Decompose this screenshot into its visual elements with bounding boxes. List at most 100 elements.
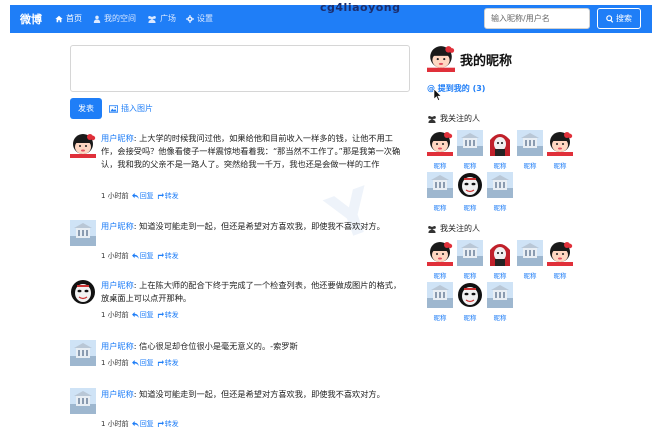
- avatar[interactable]: [457, 240, 483, 266]
- image-icon: [109, 104, 118, 113]
- following-user[interactable]: 昵称: [457, 240, 483, 280]
- reply-button[interactable]: 回复: [131, 251, 154, 261]
- reply-button[interactable]: 回复: [131, 358, 154, 368]
- following-user-label[interactable]: 昵称: [547, 160, 573, 170]
- following-title-label: 我关注的人: [440, 114, 480, 123]
- avatar[interactable]: [427, 240, 453, 266]
- avatar[interactable]: [547, 130, 573, 156]
- forward-button[interactable]: 转发: [157, 310, 179, 320]
- reply-label: 回复: [139, 311, 154, 319]
- avatar[interactable]: [487, 130, 513, 156]
- nav-item-home[interactable]: 首页: [55, 13, 82, 24]
- avatar[interactable]: [517, 130, 543, 156]
- forward-button[interactable]: 转发: [157, 358, 179, 368]
- reply-label: 回复: [139, 420, 154, 428]
- feed-username[interactable]: 用户昵称: [101, 389, 134, 399]
- forward-icon: [157, 253, 164, 259]
- following-user-label[interactable]: 昵称: [427, 270, 453, 280]
- forward-icon: [157, 193, 164, 199]
- nav-item-settings[interactable]: 设置: [186, 13, 213, 24]
- following-user-label[interactable]: 昵称: [487, 312, 513, 322]
- feed-text: 用户昵称: 上大学的时候我问过他，如果给他和目前收入一样多的钱，让他不用工作，会…: [101, 132, 409, 171]
- reply-icon: [131, 193, 139, 199]
- avatar[interactable]: [517, 240, 543, 266]
- feed-username[interactable]: 用户昵称: [101, 133, 134, 143]
- post-button[interactable]: 发表: [70, 98, 102, 119]
- following-user[interactable]: 昵称: [427, 282, 453, 322]
- nav-item-label: 广场: [160, 14, 176, 23]
- avatar[interactable]: [70, 279, 96, 305]
- avatar[interactable]: [547, 240, 573, 266]
- reply-button[interactable]: 回复: [131, 419, 154, 429]
- avatar[interactable]: [487, 282, 513, 308]
- following-user-label[interactable]: 昵称: [427, 312, 453, 322]
- following-user-label[interactable]: 昵称: [457, 312, 483, 322]
- following-user[interactable]: 昵称: [427, 130, 453, 170]
- avatar[interactable]: [487, 172, 513, 198]
- search-button[interactable]: 搜索: [597, 8, 641, 29]
- avatar[interactable]: [70, 388, 96, 414]
- following-user-label[interactable]: 昵称: [517, 270, 543, 280]
- following-user-label[interactable]: 昵称: [427, 202, 453, 212]
- forward-label: 转发: [164, 192, 179, 200]
- following-user[interactable]: 昵称: [547, 130, 573, 170]
- following-user[interactable]: 昵称: [427, 172, 453, 212]
- following-user[interactable]: 昵称: [457, 130, 483, 170]
- avatar[interactable]: [70, 220, 96, 246]
- insert-image-button[interactable]: 插入图片: [109, 103, 153, 114]
- avatar[interactable]: [457, 130, 483, 156]
- nav-item-my-space[interactable]: 我的空间: [93, 13, 136, 24]
- following-user-label[interactable]: 昵称: [457, 160, 483, 170]
- post-composer[interactable]: [70, 45, 410, 92]
- nav-item-square[interactable]: 广场: [147, 13, 176, 24]
- avatar[interactable]: [427, 130, 453, 156]
- following-user[interactable]: 昵称: [517, 130, 543, 170]
- following-user-label[interactable]: 昵称: [487, 160, 513, 170]
- following-user[interactable]: 昵称: [487, 282, 513, 322]
- following-user-label[interactable]: 昵称: [457, 270, 483, 280]
- following-user[interactable]: 昵称: [517, 240, 543, 280]
- feed-timestamp: 1 小时前: [101, 311, 129, 319]
- forward-label: 转发: [164, 311, 179, 319]
- search-input[interactable]: [484, 8, 590, 29]
- users-icon: [428, 115, 436, 123]
- following-user[interactable]: 昵称: [457, 172, 483, 212]
- nav-item-label: 我的空间: [104, 14, 136, 23]
- forward-button[interactable]: 转发: [157, 419, 179, 429]
- profile-name[interactable]: 我的昵称: [460, 50, 512, 69]
- search-button-label: 搜索: [616, 14, 632, 23]
- feed-content: : 知道没可能走到一起，但还是希望对方喜欢我，即使我不喜欢对方。: [133, 221, 385, 231]
- following-user-label[interactable]: 昵称: [517, 160, 543, 170]
- following-user[interactable]: 昵称: [547, 240, 573, 280]
- feed-username[interactable]: 用户昵称: [101, 280, 134, 290]
- avatar[interactable]: [70, 132, 96, 158]
- reply-button[interactable]: 回复: [131, 310, 154, 320]
- following-user[interactable]: 昵称: [487, 172, 513, 212]
- forward-icon: [157, 360, 164, 366]
- following-user-label[interactable]: 昵称: [487, 202, 513, 212]
- forward-button[interactable]: 转发: [157, 191, 179, 201]
- brand-logo[interactable]: 微博: [20, 11, 42, 27]
- following-user-label[interactable]: 昵称: [547, 270, 573, 280]
- feed-username[interactable]: 用户昵称: [101, 341, 134, 351]
- avatar[interactable]: [487, 240, 513, 266]
- avatar[interactable]: [427, 282, 453, 308]
- following-user-label[interactable]: 昵称: [457, 202, 483, 212]
- reply-button[interactable]: 回复: [131, 191, 154, 201]
- following-user[interactable]: 昵称: [457, 282, 483, 322]
- following-user[interactable]: 昵称: [487, 130, 513, 170]
- following-user-label[interactable]: 昵称: [487, 270, 513, 280]
- avatar[interactable]: [457, 282, 483, 308]
- forward-button[interactable]: 转发: [157, 251, 179, 261]
- gear-icon: [186, 14, 194, 23]
- reply-icon: [131, 360, 139, 366]
- avatar[interactable]: [427, 172, 453, 198]
- feed-username[interactable]: 用户昵称: [101, 221, 134, 231]
- avatar[interactable]: [457, 172, 483, 198]
- avatar[interactable]: [70, 340, 96, 366]
- following-user[interactable]: 昵称: [427, 240, 453, 280]
- mouse-cursor-icon: [434, 89, 442, 101]
- following-user[interactable]: 昵称: [487, 240, 513, 280]
- following-user-label[interactable]: 昵称: [427, 160, 453, 170]
- profile-avatar[interactable]: [427, 44, 455, 72]
